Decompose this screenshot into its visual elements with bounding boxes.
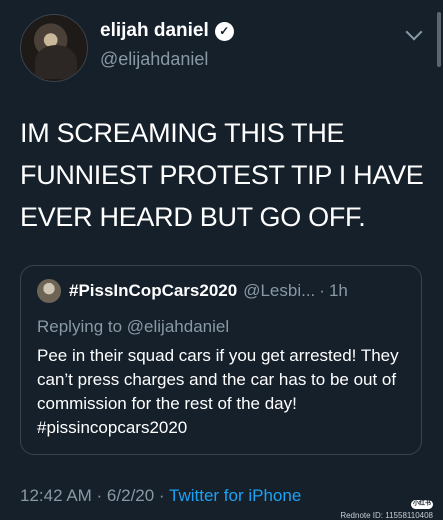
tweet-source-link[interactable]: Twitter for iPhone bbox=[169, 486, 301, 505]
author-avatar[interactable] bbox=[20, 14, 88, 82]
scrollbar[interactable] bbox=[437, 12, 441, 67]
quoted-author-name: #PissInCopCars2020 bbox=[69, 281, 238, 300]
tweet-text: IM SCREAMING THIS THE FUNNIEST PROTEST T… bbox=[20, 118, 424, 232]
chevron-down-icon[interactable] bbox=[405, 23, 423, 41]
quoted-timestamp: 1h bbox=[328, 281, 348, 300]
replying-to-line: Replying to @elijahdaniel bbox=[37, 317, 229, 337]
tweet-header: elijah daniel ✓ @elijahdaniel bbox=[20, 14, 430, 84]
replying-to-prefix: Replying to bbox=[37, 317, 127, 336]
watermark: 小红书 Rednote ID: 11558110408 bbox=[340, 492, 433, 520]
quoted-author-handle: @Lesbi... bbox=[243, 281, 316, 300]
tweet-footer: 12:42 AM · 6/2/20 · Twitter for iPhone bbox=[20, 486, 301, 506]
quoted-tweet[interactable]: #PissInCopCars2020 @Lesbi... · 1h Replyi… bbox=[20, 265, 422, 455]
tweet-timestamp: 12:42 AM · 6/2/20 · bbox=[20, 486, 169, 505]
author-display-name[interactable]: elijah daniel bbox=[100, 20, 209, 42]
verified-badge-icon: ✓ bbox=[214, 21, 234, 41]
watermark-text: Rednote ID: 11558110408 bbox=[340, 511, 433, 520]
tweet-screenshot: elijah daniel ✓ @elijahdaniel IM SCREAMI… bbox=[0, 0, 443, 520]
quoted-author-avatar bbox=[37, 279, 61, 303]
quoted-separator: · bbox=[319, 281, 325, 300]
author-handle[interactable]: @elijahdaniel bbox=[100, 49, 208, 70]
replying-to-mention[interactable]: @elijahdaniel bbox=[127, 317, 229, 336]
author-name-row: elijah daniel ✓ bbox=[100, 20, 234, 42]
quoted-tweet-text: Pee in their squad cars if you get arres… bbox=[37, 346, 399, 437]
rednote-logo-icon: 小红书 bbox=[411, 500, 433, 509]
quoted-tweet-header: #PissInCopCars2020 @Lesbi... · 1h bbox=[37, 279, 348, 303]
